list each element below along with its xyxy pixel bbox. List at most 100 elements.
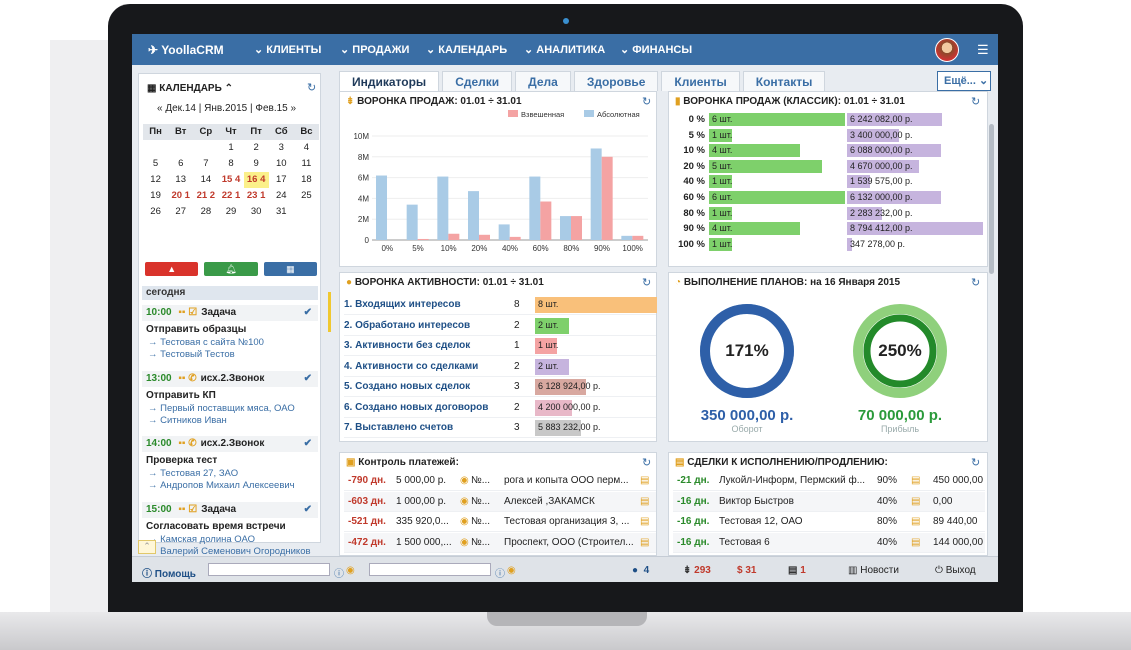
refresh-icon[interactable]: ↻	[971, 95, 980, 108]
bar-weighted[interactable]	[571, 216, 582, 240]
scroll-up-button[interactable]: ⌃	[138, 540, 156, 554]
calendar-day[interactable]: 11	[294, 156, 319, 172]
done-check-icon[interactable]: ✔	[304, 502, 312, 518]
bar-absolute[interactable]	[376, 175, 387, 240]
eye-icon[interactable]: ◉	[346, 565, 355, 576]
tab-3[interactable]: Здоровье	[573, 71, 659, 91]
funnel-row[interactable]: 60 % 6 шт. 6 132 000,00 р.	[669, 190, 985, 206]
app-logo[interactable]: ✈ YoollaCRM	[148, 43, 224, 57]
calendar-day[interactable]: 24	[269, 188, 294, 204]
funnel-row[interactable]: 20 % 5 шт. 4 670 000,00 р.	[669, 159, 985, 175]
bell-button[interactable]: 🔔︎	[204, 262, 258, 276]
calendar-day[interactable]: 9	[244, 156, 269, 172]
task-item[interactable]: 13:00 ▪▪ ✆ исх.2.Звонок ✔ Отправить КП → Пер…	[142, 371, 318, 427]
bar-weighted[interactable]	[448, 233, 460, 240]
case-counter[interactable]: ▤ 1	[788, 565, 806, 576]
briefcase-icon[interactable]: ▤	[911, 537, 920, 548]
funnel-row[interactable]: 40 % 1 шт. 1 539 575,00 р.	[669, 174, 985, 190]
funnel-row[interactable]: 10 % 4 шт. 6 088 000,00 р.	[669, 143, 985, 159]
done-check-icon[interactable]: ✔	[304, 436, 312, 452]
funnel-row[interactable]: 80 % 1 шт. 2 283 232,00 р.	[669, 206, 985, 222]
funnel-row[interactable]: 5 % 1 шт. 3 400 000,00 р.	[669, 128, 985, 144]
bar-weighted[interactable]	[479, 234, 490, 240]
done-check-icon[interactable]: ✔	[304, 371, 312, 387]
calendar-day[interactable]: 6	[168, 156, 193, 172]
info-icon[interactable]: ⓘ	[334, 565, 344, 580]
briefcase-icon[interactable]: ▤	[640, 516, 649, 527]
bar-absolute[interactable]	[590, 148, 602, 240]
briefcase-icon[interactable]: ▤	[911, 475, 920, 486]
alert-button[interactable]: ▲	[145, 262, 199, 276]
calendar-button[interactable]: ▦	[263, 262, 317, 276]
bar-absolute[interactable]	[406, 204, 418, 240]
calendar-day[interactable]: 21 2	[193, 188, 218, 204]
done-check-icon[interactable]: ✔	[304, 305, 312, 321]
activity-row[interactable]: 5. Создано новых сделок 3 6 128 924,00 р.	[344, 377, 656, 397]
bar-absolute[interactable]	[468, 191, 479, 240]
bar-weighted[interactable]	[540, 201, 552, 240]
tab-5[interactable]: Контакты	[742, 71, 826, 91]
tab-0[interactable]: Индикаторы	[339, 71, 440, 91]
refresh-icon[interactable]: ↻	[971, 456, 980, 469]
calendar-day[interactable]: 1	[218, 140, 243, 156]
calendar-day[interactable]: 12	[143, 172, 168, 188]
deal-row[interactable]: -16 дн. Тестовая 6 40% ▤ 144 000,00	[673, 532, 985, 553]
month-selector[interactable]: « Дек.14 | Янв.2015 | Фев.15 »	[157, 103, 296, 114]
tab-4[interactable]: Клиенты	[661, 71, 740, 91]
calendar-day[interactable]: 19	[143, 188, 168, 204]
calendar-day[interactable]: 4	[294, 140, 319, 156]
funnel-row[interactable]: 0 % 6 шт. 6 242 082,00 р.	[669, 112, 985, 128]
eye-icon[interactable]: ◉	[507, 565, 516, 576]
bar-weighted[interactable]	[601, 156, 613, 240]
bar-weighted[interactable]	[509, 236, 521, 240]
calendar-day[interactable]: 5	[143, 156, 168, 172]
payment-row[interactable]: -472 дн. 1 500 000,... ◉ №... Проспект, ООО …	[344, 532, 656, 553]
refresh-icon[interactable]: ↻	[307, 81, 316, 94]
more-dropdown[interactable]: Ещё... ⌄	[937, 71, 991, 91]
calendar-day[interactable]: 25	[294, 188, 319, 204]
task-item[interactable]: 10:00 ▪▪ ☑ Задача ✔ Отправить образцы → Тест…	[142, 305, 318, 361]
briefcase-icon[interactable]: ▤	[911, 496, 920, 507]
payment-row[interactable]: -521 дн. 335 920,0... ◉ №... Тестовая органи…	[344, 512, 656, 532]
activity-row[interactable]: 7. Выставлено счетов 3 5 883 232,00 р.	[344, 418, 656, 438]
eye-icon[interactable]: ◉	[460, 537, 469, 548]
money-counter[interactable]: $ 31	[737, 565, 756, 576]
eye-icon[interactable]: ◉	[460, 516, 469, 527]
refresh-icon[interactable]: ↻	[642, 95, 651, 108]
activity-row[interactable]: 2. Обработано интересов 2 2 шт.	[344, 316, 656, 336]
briefcase-icon[interactable]: ▤	[640, 496, 649, 507]
calendar-day[interactable]: 15 4	[218, 172, 243, 188]
calendar-day[interactable]: 8	[218, 156, 243, 172]
nav-finance[interactable]: ⌄ ФИНАНСЫ	[620, 43, 692, 56]
task-link[interactable]: → Тестовая 27, ЗАО	[142, 468, 318, 480]
task-link[interactable]: → Ситников Иван	[142, 415, 318, 427]
briefcase-icon[interactable]: ▤	[911, 516, 920, 527]
payment-row[interactable]: -790 дн. 5 000,00 р. ◉ №... рога и копыта ОО…	[344, 471, 656, 491]
exit-link[interactable]: ⏻ Выход	[935, 565, 976, 576]
briefcase-icon[interactable]: ▤	[640, 475, 649, 486]
activity-row[interactable]: 6. Создано новых договоров 2 4 200 000,00 …	[344, 398, 656, 418]
task-link[interactable]: → Андропов Михаил Алексеевич	[142, 480, 318, 492]
search-input-2[interactable]	[369, 563, 491, 576]
help-link[interactable]: ⓘ Помощь	[142, 565, 196, 580]
briefcase-icon[interactable]: ▤	[640, 537, 649, 548]
task-link[interactable]: → Тестовая с сайта №100	[142, 337, 318, 349]
search-input-1[interactable]	[208, 563, 330, 576]
calendar-day[interactable]: 13	[168, 172, 193, 188]
tab-2[interactable]: Дела	[515, 71, 571, 91]
calendar-day[interactable]: 20 1	[168, 188, 193, 204]
task-link[interactable]: → Тестовый Тестов	[142, 349, 318, 361]
calendar-day[interactable]: 16 4	[243, 172, 269, 188]
bar-absolute[interactable]	[529, 176, 541, 240]
calendar-day[interactable]: 10	[269, 156, 294, 172]
bar-absolute[interactable]	[437, 176, 449, 240]
deal-row[interactable]: -16 дн. Виктор Быстров 40% ▤ 0,00	[673, 491, 985, 512]
calendar-day[interactable]: 2	[244, 140, 269, 156]
eye-icon[interactable]: ◉	[460, 475, 469, 486]
nav-clients[interactable]: ⌄ КЛИЕНТЫ	[254, 43, 321, 56]
bar-absolute[interactable]	[498, 224, 510, 240]
calendar-day[interactable]: 18	[294, 172, 319, 188]
nav-calendar[interactable]: ⌄ КАЛЕНДАРЬ	[426, 43, 507, 56]
task-item[interactable]: 15:00 ▪▪ ☑ Задача ✔ Согласовать время встре…	[142, 502, 318, 558]
calendar-title[interactable]: ▦ КАЛЕНДАРЬ ⌃	[147, 83, 233, 94]
